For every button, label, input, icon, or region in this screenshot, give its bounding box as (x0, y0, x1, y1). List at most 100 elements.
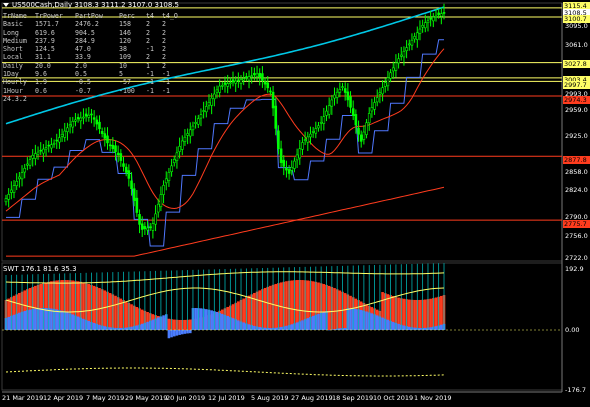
table-cell: 1Hour (3, 86, 23, 95)
table-cell: -1 (162, 86, 170, 95)
price-candle-body (164, 178, 168, 184)
price-candle-body (389, 72, 392, 79)
price-candle-body (351, 108, 355, 116)
table-cell: 31.1 (35, 53, 51, 62)
price-candle-body (221, 84, 224, 87)
price-candle-body (23, 168, 26, 173)
price-candle-body (98, 121, 101, 130)
table-cell: -100 (119, 86, 135, 95)
price-axis-label: 2858.0 (565, 168, 588, 176)
price-candle-body (124, 166, 128, 173)
table-cell: -1 (162, 70, 170, 79)
time-axis-label: 21 Mar 2019 (2, 394, 44, 402)
price-axis-label: 3061.0 (565, 41, 588, 49)
price-candle-body (325, 110, 328, 116)
price-candle-body (28, 159, 32, 166)
price-candle-body (415, 32, 419, 40)
price-candle-body (196, 118, 200, 125)
table-cell (75, 95, 119, 103)
price-candle-body (317, 125, 320, 129)
long-ma-line (6, 186, 445, 257)
price-candle-body (242, 78, 245, 81)
price-candle-body (148, 226, 152, 229)
price-candle-body (314, 128, 318, 134)
price-candle-body (413, 36, 416, 40)
price-candle-body (277, 130, 280, 150)
price-candle-body (381, 87, 384, 95)
price-candle-body (90, 113, 93, 116)
table-cell: 47.0 (75, 45, 91, 54)
table-cell: 2 (162, 28, 166, 37)
price-candle-body (306, 136, 310, 143)
table-header: TrName TrPower PartPow Perc t4 t4_O (3, 12, 178, 20)
price-candle-body (274, 105, 278, 129)
table-cell: -1 (146, 70, 154, 79)
price-candle-body (178, 146, 181, 152)
price-candle-body (407, 43, 411, 46)
collapse-triangle-icon[interactable] (3, 3, 9, 7)
price-candle-body (213, 93, 216, 100)
table-cell: 2 (162, 20, 166, 29)
price-candle-body (66, 127, 69, 132)
price-candle-body (263, 81, 267, 85)
table-cell: -0.7 (75, 86, 91, 95)
price-candle-body (399, 54, 403, 57)
price-candle-body (424, 22, 427, 29)
table-cell: TrName (3, 12, 27, 20)
price-candle-body (58, 137, 61, 143)
time-axis-label: 29 May 2019 (125, 394, 168, 402)
price-candle-body (437, 12, 440, 16)
table-cell: Daily (3, 61, 23, 70)
table-cell: 146 (119, 28, 131, 37)
price-candle-body (55, 139, 59, 142)
table-cell: 1571.7 (35, 20, 59, 29)
table-cell: -1 (146, 45, 154, 54)
table-cell: 124.5 (35, 45, 55, 54)
price-candle-body (180, 140, 184, 150)
table-cell: -1 (162, 78, 170, 87)
price-candle-body (95, 119, 99, 125)
table-row: 24.3.2 (3, 95, 176, 103)
table-cell: -1 (146, 86, 154, 95)
price-axis-label: 2925.0 (565, 132, 588, 140)
price-axis-label: 3095.0 (565, 22, 588, 30)
price-candle-body (207, 101, 211, 106)
price-candle-body (311, 131, 315, 133)
price-candle-body (119, 153, 123, 161)
table-cell: 2.0 (75, 61, 87, 70)
price-candle-body (205, 106, 208, 113)
price-candle-body (386, 77, 390, 87)
price-candle-body (4, 198, 8, 203)
table-cell: 2 (146, 53, 150, 62)
price-candle-body (341, 86, 344, 88)
price-axis-label: 2824.0 (565, 186, 588, 194)
table-cell: 2 (146, 36, 150, 45)
price-candle-body (186, 133, 189, 136)
price-candle-body (44, 147, 48, 150)
price-candle-body (74, 119, 77, 122)
price-candle-body (349, 96, 352, 108)
price-candle-body (138, 214, 141, 225)
table-cell: Short (3, 45, 23, 54)
price-candle-body (357, 127, 360, 135)
table-cell: 33.9 (75, 53, 91, 62)
table-cell: 158 (119, 20, 131, 29)
price-level-badge: 2877.8 (563, 156, 590, 164)
time-axis-label: 20 Jun 2019 (166, 394, 206, 402)
table-cell: PartPow (75, 12, 103, 20)
price-candle-body (10, 189, 13, 193)
price-candle-body (285, 167, 288, 171)
time-axis-label: 12 Apr 2019 (43, 394, 84, 402)
table-row: 1Day 9.6 0.5 5 -1 -1 (3, 70, 176, 78)
price-candle-body (20, 172, 24, 180)
price-candle-body (405, 47, 408, 52)
price-candle-body (71, 121, 75, 128)
price-candle-body (68, 124, 72, 127)
price-candle-body (146, 227, 149, 231)
table-row: Basic 1571.7 2476.2 158 2 2 (3, 20, 176, 28)
price-candle-body (327, 105, 331, 115)
price-candle-body (26, 163, 29, 166)
price-candle-body (106, 135, 109, 144)
price-candle-body (116, 152, 120, 156)
price-candle-body (63, 130, 67, 138)
